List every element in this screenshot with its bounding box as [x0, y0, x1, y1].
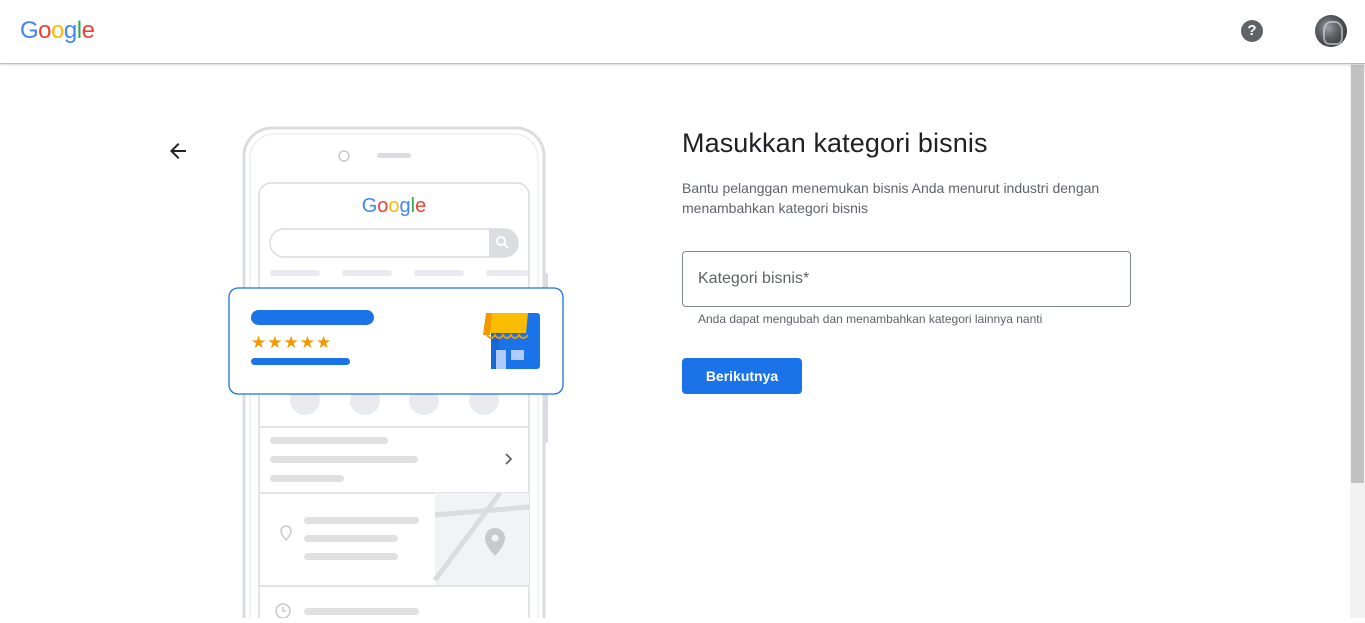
scrollbar-thumb[interactable]	[1351, 65, 1364, 483]
help-icon[interactable]: ?	[1241, 20, 1263, 42]
storefront-icon	[483, 313, 540, 369]
logo-letter: o	[38, 17, 52, 44]
rating-stars: ★★★★★	[251, 333, 332, 353]
logo-letter: e	[81, 17, 95, 44]
google-logo[interactable]: Google	[20, 17, 95, 45]
next-button[interactable]: Berikutnya	[682, 358, 802, 394]
logo-letter: G	[20, 17, 39, 44]
business-category-input[interactable]	[683, 252, 1130, 306]
logo-letter: g	[63, 17, 77, 44]
phone-google-logo: Google	[362, 195, 427, 217]
logo-letter: o	[51, 17, 64, 44]
business-profile-illustration: Google ★★★★★	[225, 125, 570, 623]
page-scrollbar[interactable]	[1350, 63, 1365, 618]
business-category-field[interactable]	[682, 251, 1131, 307]
page-description: Bantu pelanggan menemukan bisnis Anda me…	[682, 180, 1100, 216]
category-helper-text: Anda dapat mengubah dan menambahkan kate…	[698, 312, 1043, 326]
page-title: Masukkan kategori bisnis	[682, 128, 988, 158]
account-avatar[interactable]	[1315, 15, 1347, 47]
top-app-bar: Google ?	[0, 0, 1365, 63]
back-arrow-icon[interactable]	[166, 139, 190, 163]
